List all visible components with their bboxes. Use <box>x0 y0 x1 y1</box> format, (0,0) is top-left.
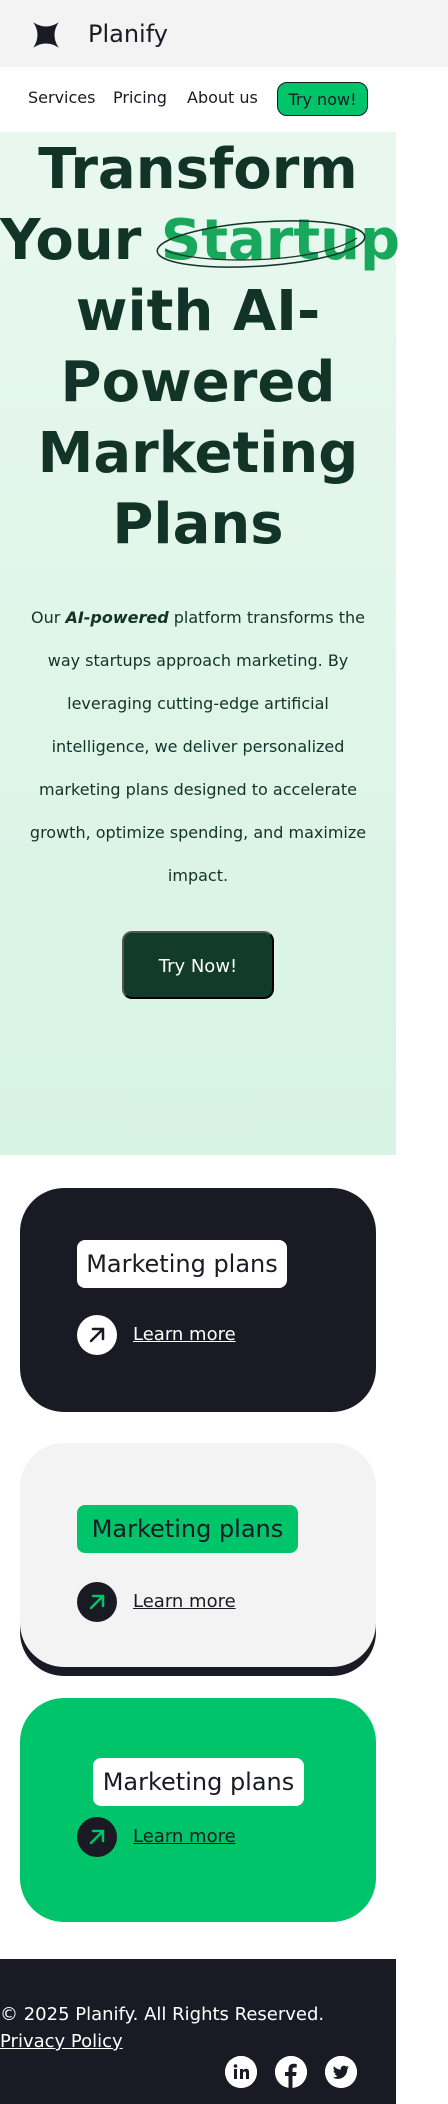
site-footer: © 2025 Planify. All Rights Reserved. Pri… <box>0 1959 396 2104</box>
learn-more-link[interactable]: Learn more <box>133 1590 236 1614</box>
linkedin-icon[interactable] <box>225 2056 257 2088</box>
learn-more-link[interactable]: Learn more <box>133 1825 236 1849</box>
logo-bar: Planify <box>0 0 448 67</box>
arrow-up-right-icon[interactable] <box>77 1315 117 1355</box>
hero-title-prefix: Your <box>0 208 161 273</box>
hero-title-line: Transform <box>38 137 358 202</box>
nav-link-pricing[interactable]: Pricing <box>113 88 167 108</box>
hero-title-highlight: Startup <box>156 205 400 276</box>
privacy-policy-link[interactable]: Privacy Policy <box>0 2030 123 2054</box>
hero-text-prefix: Our <box>31 608 66 627</box>
hero-title-line: Marketing <box>37 421 359 486</box>
star-icon[interactable] <box>28 17 64 53</box>
hero-text-rest: platform transforms the way startups app… <box>29 608 367 885</box>
hero-title-line: with AI- <box>75 279 321 344</box>
nav-link-services[interactable]: Services <box>28 88 95 108</box>
service-card: Marketing plans Learn more <box>20 1443 376 1667</box>
hero-description: Our AI-powered platform transforms the w… <box>28 596 368 897</box>
arrow-up-right-icon[interactable] <box>77 1817 117 1857</box>
oval-scribble-icon <box>156 220 366 268</box>
card-title: Marketing plans <box>77 1240 287 1288</box>
hero-title: Transform Your Startup with AI- Powered … <box>0 134 400 560</box>
service-card: Marketing plans Learn more <box>20 1698 376 1922</box>
hero-title-line: Plans <box>112 492 284 557</box>
arrow-up-right-icon[interactable] <box>77 1582 117 1622</box>
hero-section: Transform Your Startup with AI- Powered … <box>0 132 400 1155</box>
facebook-icon[interactable] <box>275 2056 307 2088</box>
hero-title-line: Powered <box>60 350 336 415</box>
card-title: Marketing plans <box>93 1758 304 1806</box>
brand-name[interactable]: Planify <box>88 18 168 50</box>
learn-more-link[interactable]: Learn more <box>133 1323 236 1347</box>
twitter-icon[interactable] <box>325 2056 357 2088</box>
hero-title-line: Your Startup <box>0 205 400 276</box>
try-now-nav-button[interactable]: Try now! <box>277 82 368 116</box>
nav-link-about[interactable]: About us <box>187 88 258 108</box>
card-title: Marketing plans <box>77 1505 298 1553</box>
site-header: Planify Services Pricing About us Try no… <box>0 0 448 132</box>
copyright-text: © 2025 Planify. All Rights Reserved. <box>0 2004 325 2025</box>
try-now-hero-button[interactable]: Try Now! <box>122 931 274 999</box>
main-nav: Services Pricing About us Try now! <box>0 80 448 120</box>
service-card: Marketing plans Learn more <box>20 1188 376 1412</box>
hero-text-emphasis: AI-powered <box>65 608 169 627</box>
social-links <box>225 2056 357 2088</box>
